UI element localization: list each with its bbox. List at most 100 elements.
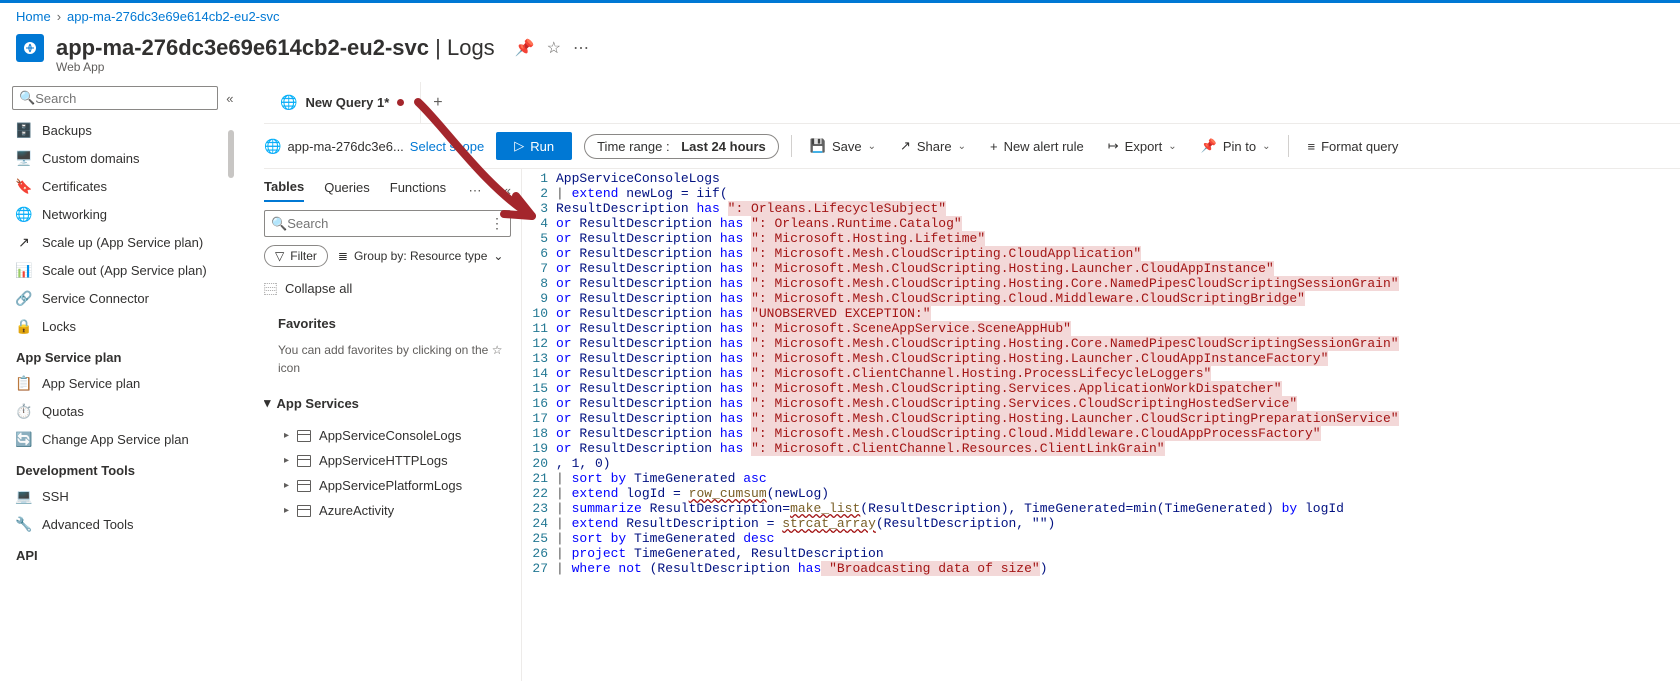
sidebar-item[interactable]: 🔗 Service Connector: [12, 284, 228, 312]
nav-icon: 🗄️: [16, 122, 32, 138]
sidebar-item[interactable]: 🌐 Networking: [12, 200, 228, 228]
nav-label: Scale up (App Service plan): [42, 235, 203, 250]
group-by-button[interactable]: ≣Group by: Resource type⌄: [338, 249, 504, 263]
editor-code[interactable]: AppServiceConsoleLogs| extend newLog = i…: [556, 171, 1680, 681]
table-icon: [297, 455, 311, 467]
query-tabs: 🌐 New Query 1* +: [264, 82, 1680, 124]
nav-label: Networking: [42, 207, 107, 222]
select-scope-button[interactable]: Select scope: [410, 139, 484, 154]
sidebar-item[interactable]: 🖥️Custom domains: [12, 144, 228, 172]
tab-functions[interactable]: Functions: [390, 180, 446, 201]
nav-icon: 💻: [16, 488, 32, 504]
table-name: AppServicePlatformLogs: [319, 478, 462, 493]
sidebar-item[interactable]: 🔖Certificates: [12, 172, 228, 200]
plus-icon: +: [990, 139, 998, 154]
tree-app-services[interactable]: ▾App Services: [264, 391, 511, 415]
collapse-all-button[interactable]: ⿳Collapse all: [264, 275, 511, 302]
globe-icon: 🌐: [264, 138, 281, 155]
breadcrumb-current[interactable]: app-ma-276dc3e69e614cb2-eu2-svc: [67, 9, 279, 24]
page-title: app-ma-276dc3e69e614cb2-eu2-svc | Logs: [56, 35, 495, 61]
nav-label: Backups: [42, 123, 92, 138]
globe-icon: 🌐: [280, 94, 297, 111]
table-name: AppServiceHTTPLogs: [319, 453, 448, 468]
sidebar-search-input[interactable]: [35, 91, 211, 106]
unsaved-indicator-icon: [397, 99, 404, 106]
panel-search[interactable]: 🔍 ⋮: [264, 210, 511, 237]
editor-gutter: 1234567891011121314151617181920212223242…: [522, 171, 556, 681]
more-icon[interactable]: ⋯: [573, 38, 589, 58]
chevron-down-icon: ▾: [264, 395, 271, 411]
chevron-right-icon: ▸: [284, 505, 289, 516]
table-icon: [297, 480, 311, 492]
nav-icon: 🌐: [16, 206, 32, 222]
new-alert-button[interactable]: +New alert rule: [984, 135, 1090, 158]
chevron-down-icon: ⌄: [1168, 141, 1176, 152]
tab-queries[interactable]: Queries: [324, 180, 370, 201]
tab-tables[interactable]: Tables: [264, 179, 304, 202]
nav-icon: 🔒: [16, 318, 32, 334]
panel-collapse-icon[interactable]: «: [504, 183, 511, 198]
sidebar-item[interactable]: ↗ Scale up (App Service plan): [12, 228, 228, 256]
nav-icon: 🔖: [16, 178, 32, 194]
nav-label: App Service plan: [42, 376, 140, 391]
nav-label: Quotas: [42, 404, 84, 419]
page-subtitle: Web App: [56, 60, 589, 74]
sidebar-item[interactable]: 🔄 Change App Service plan: [12, 425, 228, 453]
nav-icon: 🔄: [16, 431, 32, 447]
search-icon: 🔍: [19, 90, 35, 106]
pin-icon[interactable]: 📌: [515, 38, 535, 58]
add-tab-button[interactable]: +: [421, 94, 454, 112]
chevron-right-icon: ▸: [284, 455, 289, 466]
tab-new-query[interactable]: 🌐 New Query 1*: [264, 82, 421, 123]
sidebar-item[interactable]: 💻 SSH: [12, 482, 228, 510]
sidebar-item[interactable]: 🔒 Locks: [12, 312, 228, 340]
nav-label: Scale out (App Service plan): [42, 263, 207, 278]
nav-icon: 🔗: [16, 290, 32, 306]
chevron-down-icon: ⌄: [868, 141, 876, 152]
scope-app-label: app-ma-276dc3e6...: [287, 139, 403, 154]
sidebar-item[interactable]: 🗄️ Backups: [12, 116, 228, 144]
list-icon: ≣: [338, 249, 348, 263]
breadcrumb: Home › app-ma-276dc3e69e614cb2-eu2-svc: [0, 3, 1680, 30]
nav-icon: 📋: [16, 375, 32, 391]
table-item[interactable]: ▸ AppServiceHTTPLogs: [264, 448, 511, 473]
sidebar-search[interactable]: 🔍: [12, 86, 218, 110]
export-button[interactable]: ↦Export⌄: [1102, 134, 1183, 158]
table-icon: [297, 505, 311, 517]
nav-label: SSH: [42, 489, 69, 504]
nav-label: Change App Service plan: [42, 432, 189, 447]
play-icon: ▷: [514, 138, 524, 154]
collapse-sidebar-icon[interactable]: «: [226, 91, 233, 106]
panel-search-input[interactable]: [287, 216, 490, 231]
chevron-right-icon: ▸: [284, 480, 289, 491]
query-editor[interactable]: 1234567891011121314151617181920212223242…: [522, 169, 1680, 681]
nav-label: Locks: [42, 319, 76, 334]
filter-button[interactable]: ▽Filter: [264, 245, 328, 267]
sidebar-item[interactable]: 📋 App Service plan: [12, 369, 228, 397]
table-item[interactable]: ▸ AppServicePlatformLogs: [264, 473, 511, 498]
sidebar-scrollbar[interactable]: [228, 130, 234, 178]
sidebar-item[interactable]: 📊Scale out (App Service plan): [12, 256, 228, 284]
format-query-button[interactable]: ≡Format query: [1301, 135, 1404, 158]
nav-icon: 🔧: [16, 516, 32, 532]
breadcrumb-home[interactable]: Home: [16, 9, 51, 24]
panel-more-icon[interactable]: ⋯: [468, 183, 481, 199]
nav-label: Advanced Tools: [42, 517, 134, 532]
table-item[interactable]: ▸AzureActivity: [264, 498, 511, 523]
sidebar-item[interactable]: 🔧 Advanced Tools: [12, 510, 228, 538]
star-icon[interactable]: ☆: [547, 38, 561, 58]
export-icon: ↦: [1108, 138, 1119, 154]
chevron-right-icon: ▸: [284, 430, 289, 441]
sidebar-item[interactable]: ⏱️Quotas: [12, 397, 228, 425]
share-button[interactable]: ↗Share⌄: [894, 134, 972, 158]
collapse-icon: ⿳: [264, 279, 277, 298]
nav-label: Service Connector: [42, 291, 149, 306]
time-range-picker[interactable]: Time range : Last 24 hours: [584, 134, 779, 159]
panel-search-options-icon[interactable]: ⋮: [490, 215, 504, 232]
nav-icon: ↗: [16, 234, 32, 250]
run-button[interactable]: ▷ Run: [496, 132, 572, 160]
table-item[interactable]: ▸AppServiceConsoleLogs: [264, 423, 511, 448]
pin-button[interactable]: 📌Pin to⌄: [1195, 134, 1277, 158]
sidebar: 🔍 « 🗄️ Backups 🖥️Custom domains🔖Certificat…: [0, 82, 236, 681]
save-button[interactable]: 💾Save⌄: [804, 134, 882, 158]
